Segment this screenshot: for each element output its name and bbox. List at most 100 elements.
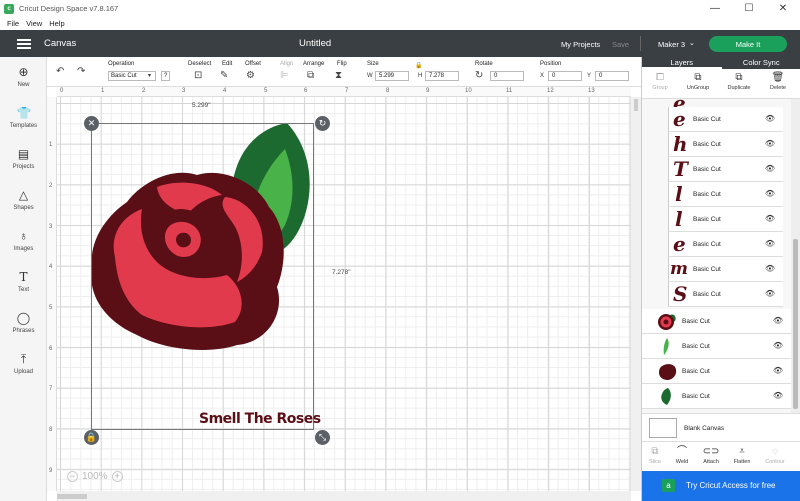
canvas-horizontal-scrollbar[interactable] (57, 491, 631, 501)
delete-object-handle[interactable]: ✕ (84, 116, 99, 131)
resize-handle[interactable]: ⤡ (315, 430, 330, 445)
ungroup-button[interactable]: ⧉ UnGroup (680, 72, 716, 91)
undo-icon[interactable]: ↶ (56, 67, 64, 77)
menu-view[interactable]: View (26, 19, 42, 28)
shapes-icon: △ (18, 188, 29, 202)
y-position-input[interactable]: 0 (595, 71, 629, 81)
left-sidebar: ⊕ New 👕 Templates ▤ Projects △ Shapes ♁ … (0, 57, 47, 501)
layers-list[interactable]: e Basic Cut 👁 e Basic Cut 👁 h Basic Cut … (642, 99, 791, 413)
selection-bounding-box[interactable] (91, 123, 314, 430)
layer-row[interactable]: Basic Cut 👁 (642, 334, 791, 359)
blank-canvas-row[interactable]: Blank Canvas (642, 413, 800, 441)
contour-button[interactable]: ◌ Contour (760, 446, 790, 465)
flatten-button[interactable]: ⩡ Flatten (727, 446, 757, 465)
layer-row[interactable]: Basic Cut 👁 (642, 384, 791, 409)
sidebar-item-upload[interactable]: ⤒ Upload (0, 352, 47, 375)
sidebar-item-projects[interactable]: ▤ Projects (0, 147, 47, 170)
redo-icon[interactable]: ↷ (77, 67, 85, 77)
position-label: Position (540, 61, 562, 67)
eye-icon[interactable]: 👁 (773, 391, 783, 400)
height-label: H (418, 73, 423, 79)
arrange-icon[interactable]: ⧉ (307, 71, 314, 81)
rotate-input[interactable]: 0 (490, 71, 524, 81)
delete-button[interactable]: 🗑 Delete (760, 72, 796, 91)
weld-button[interactable]: ⌒ Weld (667, 446, 697, 465)
text-object[interactable]: Smell The Roses (199, 411, 321, 427)
height-input[interactable]: 7.278 (425, 71, 459, 81)
trash-icon: 🗑 (771, 72, 785, 83)
eye-icon[interactable]: 👁 (765, 114, 775, 123)
minimize-button[interactable]: — (698, 0, 732, 17)
edit-toolbar: ↶ ↷ Operation Basic Cut ▾ ? Deselect ⊡ E… (47, 57, 641, 87)
blank-canvas-label: Blank Canvas (684, 425, 725, 432)
eye-icon[interactable]: 👁 (765, 264, 775, 273)
make-it-button[interactable]: Make It (709, 36, 787, 52)
offset-icon[interactable]: ⚙ (246, 71, 255, 81)
x-position-input[interactable]: 0 (548, 71, 582, 81)
layer-row[interactable]: Basic Cut 👁 (668, 207, 783, 232)
eye-icon[interactable]: 👁 (765, 289, 775, 298)
menu-help[interactable]: Help (49, 19, 64, 28)
save-button[interactable]: Save (612, 40, 629, 49)
layer-row[interactable]: Basic Cut 👁 (642, 309, 791, 334)
eye-icon[interactable]: 👁 (773, 316, 783, 325)
layer-row[interactable]: Basic Cut 👁 (668, 182, 783, 207)
eye-icon[interactable]: 👁 (773, 366, 783, 375)
maximize-button[interactable]: ☐ (732, 0, 766, 17)
sidebar-item-phrases[interactable]: ◯ Phrases (0, 311, 47, 334)
hamburger-menu-icon[interactable] (17, 39, 31, 49)
deselect-icon[interactable]: ⊡ (194, 71, 202, 81)
tab-layers[interactable]: Layers (642, 57, 722, 69)
eye-icon[interactable]: 👁 (765, 189, 775, 198)
cricut-access-promo[interactable]: a Try Cricut Access for free (642, 471, 800, 501)
sidebar-item-new[interactable]: ⊕ New (0, 65, 47, 88)
zoom-in-button[interactable]: + (111, 471, 123, 482)
eye-icon[interactable]: 👁 (765, 139, 775, 148)
shirt-icon: 👕 (16, 106, 32, 120)
align-label: Align (280, 61, 294, 67)
eye-icon[interactable]: 👁 (765, 164, 775, 173)
operation-label: Operation (108, 61, 135, 67)
sidebar-item-images[interactable]: ♁ Images (0, 229, 47, 252)
operation-help-icon[interactable]: ? (161, 71, 170, 81)
slice-button[interactable]: ⧉ Slice (640, 446, 670, 465)
chevron-down-icon[interactable]: ⌄ (689, 39, 695, 47)
sidebar-item-text[interactable]: T Text (0, 270, 47, 293)
flip-icon[interactable]: ⧗ (335, 71, 342, 81)
layer-thumb-e2: e (673, 232, 686, 256)
attach-button[interactable]: ⊂⊃ Attach (696, 446, 726, 465)
machine-selector[interactable]: Maker 3 (658, 40, 685, 49)
layers-scrollbar[interactable] (791, 99, 800, 413)
duplicate-button[interactable]: ⧉ Duplicate (721, 72, 757, 91)
rotate-handle[interactable]: ↻ (315, 116, 330, 131)
x-label: X (540, 73, 545, 79)
edit-label: Edit (222, 61, 233, 67)
edit-pen-icon[interactable]: ✎ (220, 71, 228, 81)
lock-proportions-handle[interactable]: 🔒 (84, 430, 99, 445)
sidebar-item-templates[interactable]: 👕 Templates (0, 106, 47, 129)
eye-icon[interactable]: 👁 (765, 214, 775, 223)
sidebar-item-shapes[interactable]: △ Shapes (0, 188, 47, 211)
window-title: Cricut Design Space v7.8.167 (19, 4, 119, 13)
canvas-color-swatch[interactable] (649, 418, 677, 438)
design-canvas[interactable]: 0 1 2 3 4 5 6 7 8 9 10 11 12 13 1 2 3 4 … (47, 87, 641, 501)
document-title[interactable]: Untitled (299, 38, 331, 49)
leaf-light-thumbnail-icon (663, 338, 669, 355)
eye-icon[interactable]: 👁 (765, 239, 775, 248)
canvas-vertical-scrollbar[interactable] (631, 97, 641, 491)
tab-color-sync[interactable]: Color Sync (722, 57, 800, 69)
rotate-icon[interactable]: ↻ (475, 71, 483, 81)
layer-row[interactable]: Basic Cut 👁 (642, 359, 791, 384)
contour-icon: ◌ (772, 446, 778, 457)
menu-file[interactable]: File (7, 19, 19, 28)
lock-icon[interactable]: 🔒 (415, 62, 422, 69)
rose-thumbnail-icon (658, 314, 676, 330)
zoom-out-button[interactable]: − (67, 471, 78, 482)
group-button[interactable]: ⧠ Group (642, 72, 678, 91)
align-icon[interactable]: ⊫ (280, 71, 289, 81)
width-input[interactable]: 5.299 (375, 71, 409, 81)
rose-dark-thumbnail-icon (658, 364, 677, 380)
eye-icon[interactable]: 👁 (773, 341, 783, 350)
my-projects-link[interactable]: My Projects (561, 40, 600, 49)
close-window-button[interactable]: ✕ (766, 0, 800, 17)
